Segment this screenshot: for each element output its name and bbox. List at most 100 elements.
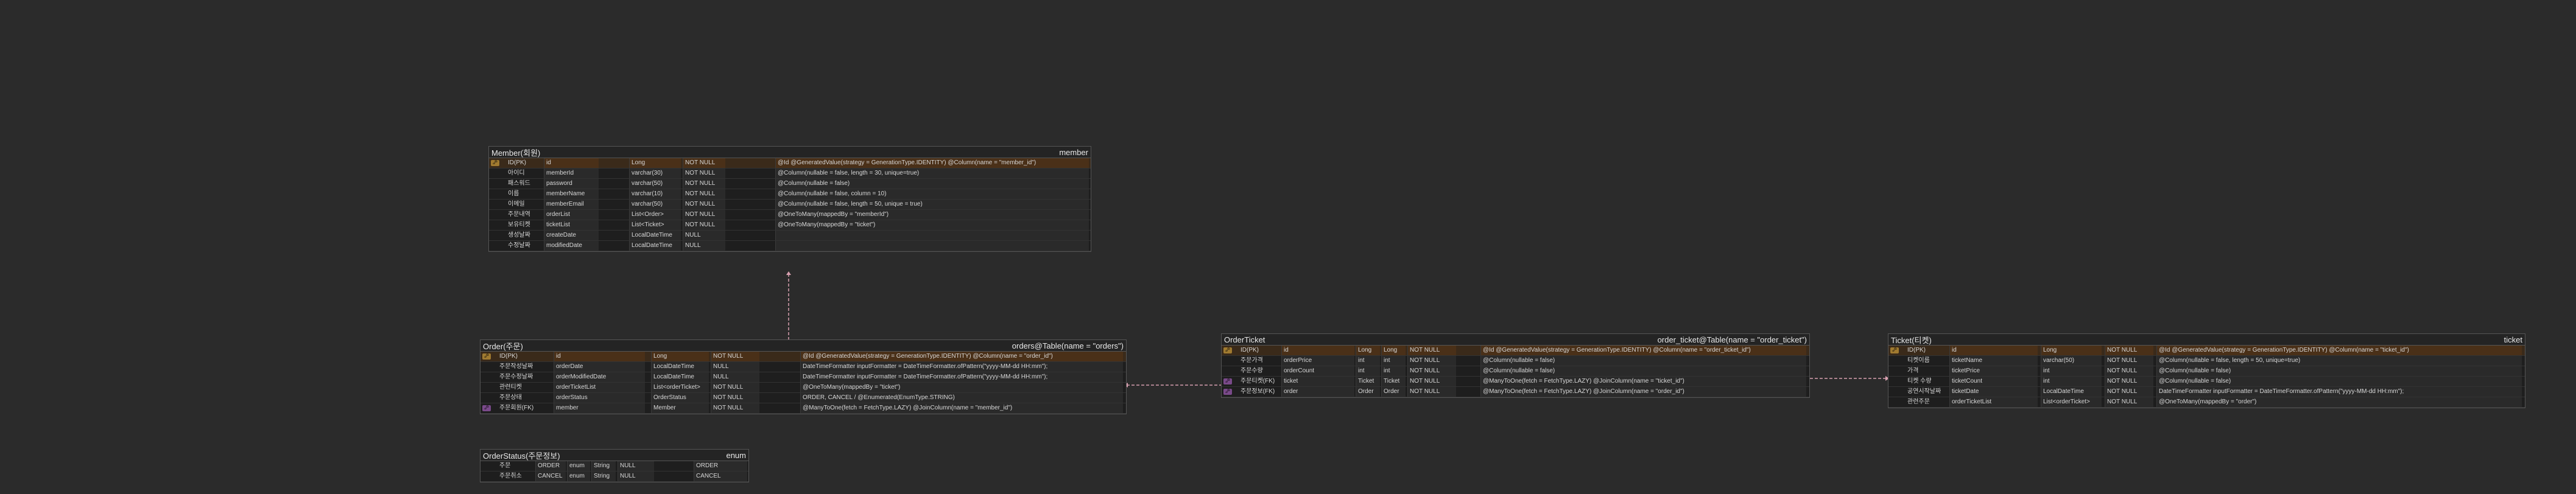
cell-jtype: Long — [1381, 346, 1406, 355]
table-row[interactable]: 🗝 주문티켓(FK) ticket Ticket Ticket NOT NULL @Many… — [1222, 377, 1809, 387]
cell-type: enum — [567, 461, 590, 471]
cell-logical: 이메일 — [508, 201, 525, 207]
cell-logical: 주문내역 — [508, 211, 530, 218]
table-row[interactable]: 티켓 수량 ticketCount int NOT NULL @Column(nulla… — [1888, 377, 2525, 387]
table-row[interactable]: 주문 ORDER enum String NULL ORDER — [480, 461, 748, 471]
cell-type: LocalDateTime — [651, 362, 709, 372]
table-row[interactable]: 🗝 주문정보(FK) order Order Order NOT NULL @ManyToO… — [1222, 387, 1809, 397]
table-row[interactable]: 패스워드 password varchar(50) NOT NULL @Column(n… — [489, 179, 1091, 189]
table-row[interactable]: 관련주문 orderTicketList List<orderTicket> NOT … — [1888, 397, 2525, 408]
cell-logical: 티켓이름 — [1907, 357, 1930, 364]
table-row[interactable]: 이메일 memberEmail varchar(50) NOT NULL @Column… — [489, 200, 1091, 210]
cell-anno: DateTimeFormatter inputFormatter = DateT… — [2156, 387, 2522, 397]
table-row[interactable]: 주문취소 CANCEL enum String NULL CANCEL — [480, 471, 748, 482]
cell-physical: orderPrice — [1281, 356, 1354, 366]
cell-jtype: String — [591, 461, 616, 471]
cell-null: NOT NULL — [2105, 387, 2153, 397]
table-row[interactable]: 주문가격 orderPrice int int NOT NULL @Column(null… — [1222, 356, 1809, 366]
orderstatus-entity-header[interactable]: OrderStatus(주문정보) enum — [480, 450, 748, 461]
table-row[interactable]: 주문수량 orderCount int int NOT NULL @Column(null… — [1222, 366, 1809, 377]
cell-physical: orderDate — [554, 362, 645, 372]
cell-null: NOT NULL — [2105, 346, 2153, 355]
cell-physical: ticketDate — [1949, 387, 2038, 397]
order-rows: 🗝 ID(PK) id Long NOT NULL @Id @GeneratedValue… — [480, 352, 1126, 414]
cell-anno: @OneToMany(mappedBy = "memberId") — [775, 210, 1089, 220]
table-row[interactable]: 🗝 ID(PK) id Long NOT NULL @Id @GeneratedValue… — [480, 352, 1126, 362]
cell-logical: 관련티켓 — [499, 384, 522, 391]
orderstatus-entity[interactable]: OrderStatus(주문정보) enum 주문 ORDER enum String… — [480, 449, 749, 482]
table-row[interactable]: 주문상태 orderStatus OrderStatus NOT NULL ORDER,… — [480, 393, 1126, 403]
table-row[interactable]: 🗝 ID(PK) id Long NOT NULL @Id @GeneratedValue… — [1888, 346, 2525, 356]
cell-type: List<orderTicket> — [651, 383, 709, 392]
table-row[interactable]: 수정날짜 modifiedDate LocalDateTime NULL — [489, 241, 1091, 251]
cell-type: List<orderTicket> — [2041, 397, 2102, 407]
cell-type: int — [2041, 366, 2102, 376]
cell-null: NOT NULL — [1407, 366, 1456, 376]
order-entity-header[interactable]: Order(주문) orders@Table(name = "orders") — [480, 340, 1126, 352]
cell-physical: id — [554, 352, 645, 361]
cell-null: NOT NULL — [2105, 397, 2153, 407]
cell-null: NOT NULL — [683, 220, 725, 230]
table-row[interactable]: 🗝 ID(PK) id Long NOT NULL @Id @GeneratedValue… — [489, 158, 1091, 169]
table-row[interactable]: 가격 ticketPrice int NOT NULL @Column(nullable… — [1888, 366, 2525, 377]
cell-type: Long — [629, 158, 681, 168]
primary-key-icon: 🗝 — [1890, 347, 1899, 353]
cell-null: NULL — [618, 461, 654, 471]
cell-type: varchar(50) — [629, 179, 681, 189]
orderstatus-rows: 주문 ORDER enum String NULL ORDER 주문취소 CANCEL enum… — [480, 461, 748, 482]
table-row[interactable]: 공연시작날짜 ticketDate LocalDateTime NOT NULL Dat… — [1888, 387, 2525, 397]
cell-physical: memberId — [544, 169, 599, 178]
cell-type: Order — [1356, 387, 1380, 397]
cell-anno — [775, 231, 1089, 240]
cell-physical: ticketList — [544, 220, 599, 230]
orderticket-entity[interactable]: OrderTicket order_ticket@Table(name = "o… — [1221, 333, 1810, 398]
cell-physical: CANCEL — [535, 471, 566, 481]
primary-key-icon: 🗝 — [491, 160, 499, 166]
cell-logical: 가격 — [1907, 367, 1919, 374]
cell-type: LocalDateTime — [629, 231, 681, 240]
foreign-key-icon: 🗝 — [482, 405, 491, 411]
cell-physical: member — [554, 403, 645, 413]
table-row[interactable]: 티켓이름 ticketName varchar(50) NOT NULL @Column… — [1888, 356, 2525, 366]
table-row[interactable]: 주문수정날짜 orderModifiedDate LocalDateTime NULL… — [480, 372, 1126, 383]
member-entity[interactable]: Member(회원) member 🗝 ID(PK) id Long NOT NULL @… — [488, 146, 1091, 252]
entity-table-name: ticket — [2504, 335, 2522, 344]
entity-table-name: orders@Table(name = "orders") — [1012, 341, 1124, 350]
table-row[interactable]: 🗝 주문회원(FK) member Member NOT NULL @ManyToOne(… — [480, 403, 1126, 414]
table-row[interactable]: 🗝 ID(PK) id Long Long NOT NULL @Id @GeneratedV… — [1222, 346, 1809, 356]
member-entity-header[interactable]: Member(회원) member — [489, 147, 1091, 158]
cell-physical: ticketCount — [1949, 377, 2038, 386]
foreign-key-icon: 🗝 — [1223, 378, 1232, 384]
cell-logical: 관련주문 — [1907, 398, 1930, 405]
cell-type: varchar(30) — [629, 169, 681, 178]
table-row[interactable]: 보유티켓 ticketList List<Ticket> NOT NULL @OneTo… — [489, 220, 1091, 231]
table-row[interactable]: 관련티켓 orderTicketList List<orderTicket> NOT … — [480, 383, 1126, 393]
table-row[interactable]: 생성날짜 createDate LocalDateTime NULL — [489, 231, 1091, 241]
cell-logical: ID(PK) — [508, 159, 526, 166]
ticket-entity[interactable]: Ticket(티켓) ticket 🗝 ID(PK) id Long NOT NULL @… — [1888, 333, 2525, 408]
table-row[interactable]: 아이디 memberId varchar(30) NOT NULL @Column(nu… — [489, 169, 1091, 179]
cell-logical: 패스워드 — [508, 180, 530, 187]
ticket-entity-header[interactable]: Ticket(티켓) ticket — [1888, 334, 2525, 346]
cell-jtype: Order — [1381, 387, 1406, 397]
cell-type: varchar(10) — [629, 189, 681, 199]
cell-anno: DateTimeFormatter inputFormatter = DateT… — [800, 372, 1123, 382]
cell-type: int — [2041, 377, 2102, 386]
table-row[interactable]: 주문작성날짜 orderDate LocalDateTime NULL DateTime… — [480, 362, 1126, 372]
orderticket-entity-header[interactable]: OrderTicket order_ticket@Table(name = "o… — [1222, 334, 1809, 346]
cell-physical: id — [1949, 346, 2038, 355]
cell-physical: memberEmail — [544, 200, 599, 209]
cell-null: NOT NULL — [1407, 356, 1456, 366]
cell-logical: 주문회원(FK) — [499, 405, 534, 411]
cell-jtype: Ticket — [1381, 377, 1406, 386]
cell-null: NOT NULL — [1407, 387, 1456, 397]
entity-title: OrderTicket — [1224, 335, 1265, 344]
cell-type: LocalDateTime — [629, 241, 681, 251]
cell-logical: 보유티켓 — [508, 221, 530, 228]
table-row[interactable]: 이름 memberName varchar(10) NOT NULL @Column(n… — [489, 189, 1091, 200]
cell-null: NULL — [683, 241, 725, 251]
order-entity[interactable]: Order(주문) orders@Table(name = "orders") … — [480, 339, 1127, 414]
table-row[interactable]: 주문내역 orderList List<Order> NOT NULL @OneToMa… — [489, 210, 1091, 220]
cell-physical: modifiedDate — [544, 241, 599, 251]
cell-anno: @ManyToOne(fetch = FetchType.LAZY) @Join… — [800, 403, 1123, 413]
